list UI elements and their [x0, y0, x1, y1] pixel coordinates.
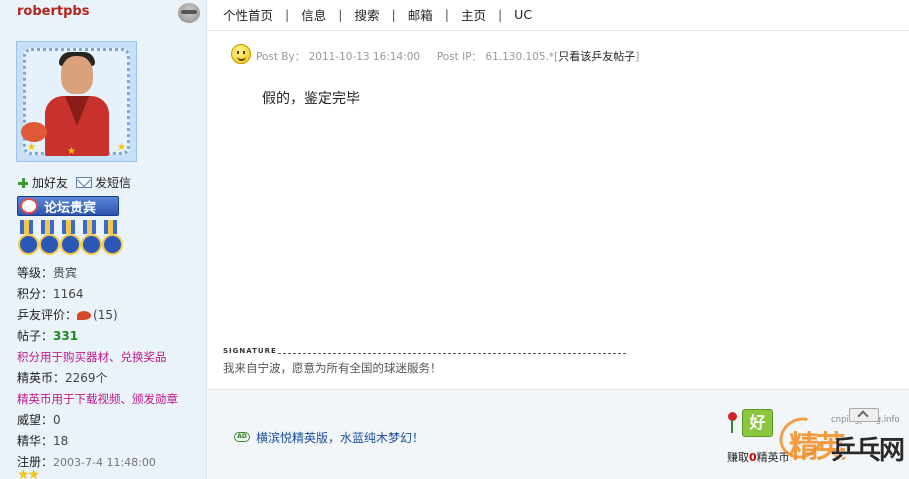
nav-item-search[interactable]: 搜索: [354, 5, 379, 24]
stat-essence-value: 18: [53, 434, 69, 448]
avatar[interactable]: ★ ★ ★: [16, 41, 137, 162]
nav-separator: |: [497, 7, 503, 22]
medal-icon: [59, 220, 81, 255]
only-this-user-link[interactable]: 只看该乒友帖子: [558, 50, 635, 63]
reputation-icon: [77, 311, 92, 320]
nav-item-homepage[interactable]: 主页: [461, 5, 486, 24]
forum-post-page: robertpbs ★ ★ ★ 加好友 发短信 论坛贵宾 等级：贵宾 积分：11…: [0, 0, 909, 479]
stat-level: 等级：贵宾: [17, 264, 205, 285]
stat-coins-value: 2269个: [65, 371, 108, 385]
divider: [208, 30, 909, 31]
stat-level-label: 等级：: [17, 266, 54, 280]
stat-rating: 乒友评价： (15): [17, 306, 205, 327]
ad-badge: AD: [234, 432, 250, 442]
stat-coins: 精英币：2269个: [17, 369, 205, 390]
vip-title-badge: 论坛贵宾: [17, 196, 119, 216]
nav-item-info[interactable]: 信息: [301, 5, 326, 24]
user-stats: 等级：贵宾 积分：1164 乒友评价： (15) 帖子：331 积分用于购买器材、…: [17, 264, 205, 474]
watermark-brand-b: 乒乓网: [831, 436, 905, 466]
coins-promo-link[interactable]: 精英币用于下载视频、颁发勋章: [17, 390, 205, 411]
points-promo-link[interactable]: 积分用于购买器材、兑换奖品: [17, 348, 205, 369]
stat-registered: 注册：2003-7-4 11:48:00: [17, 453, 205, 474]
earn-prefix: 赚取: [727, 451, 749, 464]
profile-actions: 加好友 发短信: [17, 174, 131, 191]
nav-item-mailbox[interactable]: 邮箱: [408, 5, 433, 24]
nav-separator: |: [444, 7, 449, 22]
stat-prestige-value: 0: [53, 413, 61, 427]
earn-value: 0: [749, 451, 757, 464]
stat-registered-value: 2003-7-4 11:48:00: [53, 456, 156, 469]
stat-points-value: 1164: [53, 287, 84, 301]
stat-posts-label: 帖子：: [17, 329, 54, 343]
avatar-head: [61, 56, 93, 94]
mail-icon: [76, 177, 93, 188]
user-nav-bar: 个性首页 | 信息 | 搜索 | 邮箱 | 主页 | UC: [223, 5, 532, 24]
stat-rating-value[interactable]: (15): [93, 308, 118, 322]
rose-icon[interactable]: [726, 412, 738, 434]
nav-separator: |: [285, 7, 290, 22]
medal-icon: [80, 220, 102, 255]
nav-item-uc[interactable]: UC: [514, 7, 532, 22]
medal-icon: [17, 220, 39, 255]
star-icon: ★: [27, 142, 36, 153]
medal-icon: [38, 220, 60, 255]
username-link[interactable]: robertpbs: [17, 4, 89, 19]
avatar-crab-sticker: [21, 122, 47, 142]
medal-row: [17, 220, 123, 255]
ad-link[interactable]: 横滨悦精英版，水蓝纯木梦幻！: [256, 429, 424, 446]
signature-divider: [278, 353, 626, 354]
post-meta: Post By： 2011-10-13 16:14:00 Post IP： 61…: [256, 48, 639, 64]
post-time: 2011-10-13 16:14:00: [308, 51, 421, 63]
rank-stars-icon: ★★: [17, 467, 40, 479]
stat-prestige: 威望：0: [17, 411, 205, 432]
smiley-icon: [231, 44, 251, 64]
add-friend-link[interactable]: 加好友: [32, 174, 68, 191]
nav-separator: |: [391, 7, 396, 22]
vip-badge-label: 论坛贵宾: [44, 200, 97, 216]
stat-posts: 帖子：331: [17, 327, 205, 348]
stat-points-label: 积分：: [17, 287, 54, 301]
signature-text: 我来自宁波，愿意为所有全国的球迷服务！: [223, 361, 442, 375]
post-ip: 61.130.105.*: [485, 51, 555, 63]
back-to-top-icon[interactable]: [849, 408, 879, 422]
stat-level-value: 贵宾: [53, 266, 78, 280]
signature-label: SIGNATURE: [223, 347, 277, 355]
online-status-icon: [178, 3, 200, 23]
star-icon: ★: [117, 142, 126, 153]
stat-prestige-label: 威望：: [17, 413, 54, 427]
send-message-link[interactable]: 发短信: [95, 174, 131, 191]
stat-essence: 精华：18: [17, 432, 205, 453]
user-profile-sidebar: robertpbs ★ ★ ★ 加好友 发短信 论坛贵宾 等级：贵宾 积分：11…: [0, 0, 207, 479]
post-body: 假的，鉴定完毕: [262, 91, 360, 107]
star-icon: ★: [67, 146, 76, 157]
plus-icon: [17, 177, 29, 189]
post-ip-label: Post IP：: [436, 51, 483, 63]
bracket: ]: [635, 51, 640, 63]
site-watermark: cnpingpang.info 精英 乒乓网: [771, 409, 909, 479]
good-rating-button[interactable]: 好: [742, 409, 773, 437]
stat-coins-label: 精英币：: [17, 371, 66, 385]
stat-essence-label: 精华：: [17, 434, 54, 448]
post-by-label: Post By：: [256, 51, 306, 63]
stat-points: 积分：1164: [17, 285, 205, 306]
vip-icon: [20, 198, 38, 214]
nav-item-profile-home[interactable]: 个性首页: [223, 5, 273, 24]
nav-separator: |: [338, 7, 343, 22]
stat-rating-label: 乒友评价：: [17, 308, 78, 322]
stat-posts-value[interactable]: 331: [53, 329, 78, 343]
medal-icon: [101, 220, 123, 255]
